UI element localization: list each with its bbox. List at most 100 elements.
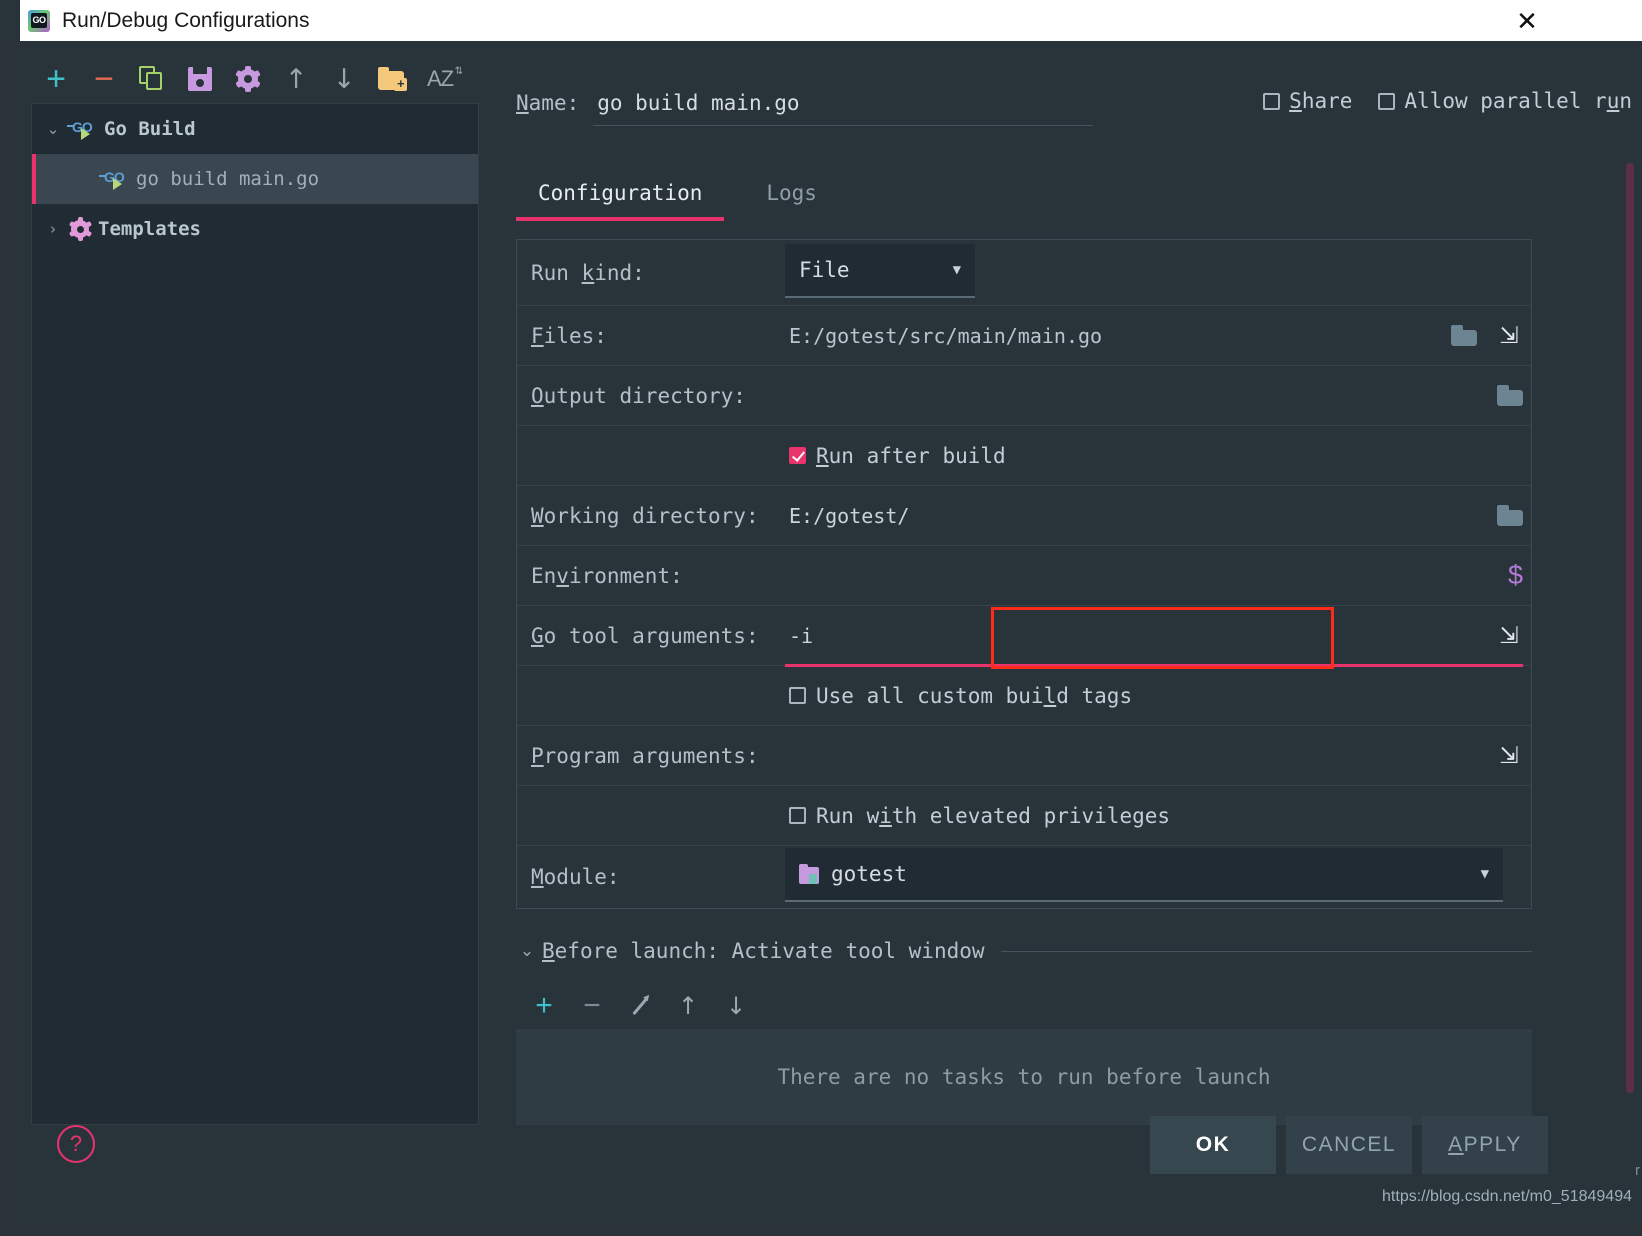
gear-icon [68, 217, 92, 241]
left-edge-strip [0, 41, 20, 1236]
checkbox-box [1263, 93, 1280, 110]
move-task-up-button[interactable]: ↑ [664, 983, 712, 1029]
dialog-buttons: OK CANCEL APPLY [1150, 1116, 1548, 1174]
expand-icon[interactable]: ⇲ [1495, 622, 1523, 650]
tab-configuration[interactable]: Configuration [516, 173, 724, 221]
row-run-after-build: Run after build [517, 426, 1531, 486]
module-select[interactable]: gotest ▼ [785, 848, 1503, 902]
before-launch-task-list[interactable]: There are no tasks to run before launch [516, 1029, 1532, 1125]
cancel-button[interactable]: CANCEL [1286, 1116, 1412, 1174]
sort-az-icon: AZ ⇅ [427, 66, 453, 92]
ok-button[interactable]: OK [1150, 1116, 1276, 1174]
name-label: Name: [516, 91, 579, 115]
minus-icon: − [94, 62, 114, 96]
go-tool-arguments-row-actions: ⇲ [1495, 622, 1523, 650]
row-files: Files: E:/gotest/src/main/main.go ⇲ [517, 306, 1531, 366]
chevron-down-icon[interactable]: ⌄ [516, 941, 538, 961]
use-all-custom-build-tags-checkbox[interactable]: Use all custom build tags [789, 684, 1132, 708]
checkbox-box [789, 447, 806, 464]
environment-label: Environment: [531, 564, 683, 588]
sort-alphabetically-button[interactable]: AZ ⇅ [416, 55, 464, 103]
files-label: Files: [531, 324, 607, 348]
go-run-icon: GO [68, 118, 98, 140]
environment-variables-icon[interactable]: $ [1508, 560, 1523, 591]
add-configuration-button[interactable]: + [32, 55, 80, 103]
tab-logs[interactable]: Logs [744, 173, 839, 221]
go-tool-arguments-label: Go tool arguments: [531, 624, 759, 648]
move-down-button[interactable]: ↓ [320, 55, 368, 103]
move-up-button[interactable]: ↑ [272, 55, 320, 103]
browse-folder-icon[interactable] [1497, 385, 1523, 406]
row-output-directory: Output directory: [517, 366, 1531, 426]
row-module: Module: gotest ▼ [517, 846, 1531, 908]
tree-item-go-build[interactable]: ⌄ GO Go Build [32, 104, 478, 154]
chevron-down-icon: ▼ [953, 262, 961, 278]
allow-parallel-run-checkbox[interactable]: Allow parallel run [1378, 89, 1632, 113]
row-go-tool-arguments: Go tool arguments: -i ⇲ [517, 606, 1531, 666]
working-directory-label: Working directory: [531, 504, 759, 528]
before-launch-toolbar: + − ↑ ↓ [520, 983, 760, 1029]
use-all-custom-build-tags-label: Use all custom build tags [816, 684, 1132, 708]
configurations-toolbar: + − ↑ ↓ + [32, 55, 464, 103]
module-folder-icon [799, 865, 821, 884]
empty-task-message: There are no tasks to run before launch [777, 1065, 1270, 1089]
run-kind-select[interactable]: File ▼ [785, 244, 975, 298]
before-launch-title: Before launch: Activate tool window [542, 939, 985, 963]
checkbox-box [1378, 93, 1395, 110]
row-run-with-elevated-privileges: Run with elevated privileges [517, 786, 1531, 846]
vertical-scrollbar[interactable] [1626, 163, 1634, 1093]
run-after-build-label: Run after build [816, 444, 1006, 468]
checkbox-box [789, 807, 806, 824]
run-after-build-checkbox[interactable]: Run after build [789, 444, 1006, 468]
edit-task-button[interactable] [616, 983, 664, 1029]
bottom-edge-strip [0, 1224, 1642, 1236]
edge-marker-text: r [1635, 1162, 1640, 1179]
run-with-elevated-privileges-label: Run with elevated privileges [816, 804, 1170, 828]
save-configuration-button[interactable] [176, 55, 224, 103]
browse-folder-icon[interactable] [1451, 325, 1477, 346]
files-input[interactable]: E:/gotest/src/main/main.go [789, 324, 1461, 348]
before-launch-header: ⌄ Before launch: Activate tool window [516, 939, 1532, 963]
go-run-icon: GO [100, 168, 130, 190]
browse-folder-icon[interactable] [1497, 505, 1523, 526]
chevron-right-icon[interactable]: › [42, 220, 64, 238]
module-value: gotest [831, 862, 1481, 886]
configuration-panel: Name: go build main.go Share Allow paral… [498, 41, 1642, 1236]
share-checkbox[interactable]: Share [1263, 89, 1352, 113]
arrow-down-icon: ↓ [333, 66, 356, 93]
separator-line [1001, 951, 1532, 952]
remove-configuration-button[interactable]: − [80, 55, 128, 103]
edit-templates-button[interactable] [224, 55, 272, 103]
expand-icon[interactable]: ⇲ [1495, 742, 1523, 770]
run-with-elevated-privileges-checkbox[interactable]: Run with elevated privileges [789, 804, 1170, 828]
watermark-text: https://blog.csdn.net/m0_51849494 [1382, 1188, 1632, 1206]
working-directory-row-actions [1497, 505, 1523, 526]
name-input[interactable]: go build main.go [593, 91, 1093, 126]
arrow-up-icon: ↑ [678, 994, 698, 1018]
chevron-down-icon[interactable]: ⌄ [42, 120, 64, 138]
add-task-button[interactable]: + [520, 983, 568, 1029]
copy-configuration-button[interactable] [128, 55, 176, 103]
tree-item-templates[interactable]: › Templates [32, 204, 478, 254]
run-debug-configurations-dialog: GO Run/Debug Configurations ✕ + − [0, 0, 1642, 1236]
gear-icon [235, 66, 261, 92]
remove-task-button[interactable]: − [568, 983, 616, 1029]
help-button[interactable]: ? [57, 1125, 95, 1163]
close-icon[interactable]: ✕ [1512, 6, 1542, 36]
expand-icon[interactable]: ⇲ [1495, 322, 1523, 350]
arrow-down-icon: ↓ [726, 994, 746, 1018]
new-folder-button[interactable]: + [368, 55, 416, 103]
working-directory-input[interactable]: E:/gotest/ [789, 504, 1461, 528]
program-arguments-row-actions: ⇲ [1495, 742, 1523, 770]
configuration-tabs: Configuration Logs [516, 173, 839, 221]
module-label: Module: [531, 865, 620, 889]
folder-plus-icon: + [378, 68, 406, 90]
tree-item-go-build-main-go[interactable]: GO go build main.go [32, 154, 478, 204]
configuration-form: Run kind: File ▼ Files: E:/gotest/src/ma… [516, 239, 1532, 909]
chevron-down-icon: ▼ [1481, 866, 1489, 882]
run-kind-label: Run kind: [531, 261, 645, 285]
go-logo-text: GO [31, 13, 47, 28]
apply-button[interactable]: APPLY [1422, 1116, 1548, 1174]
move-task-down-button[interactable]: ↓ [712, 983, 760, 1029]
go-tool-arguments-input[interactable]: -i [789, 624, 1461, 648]
